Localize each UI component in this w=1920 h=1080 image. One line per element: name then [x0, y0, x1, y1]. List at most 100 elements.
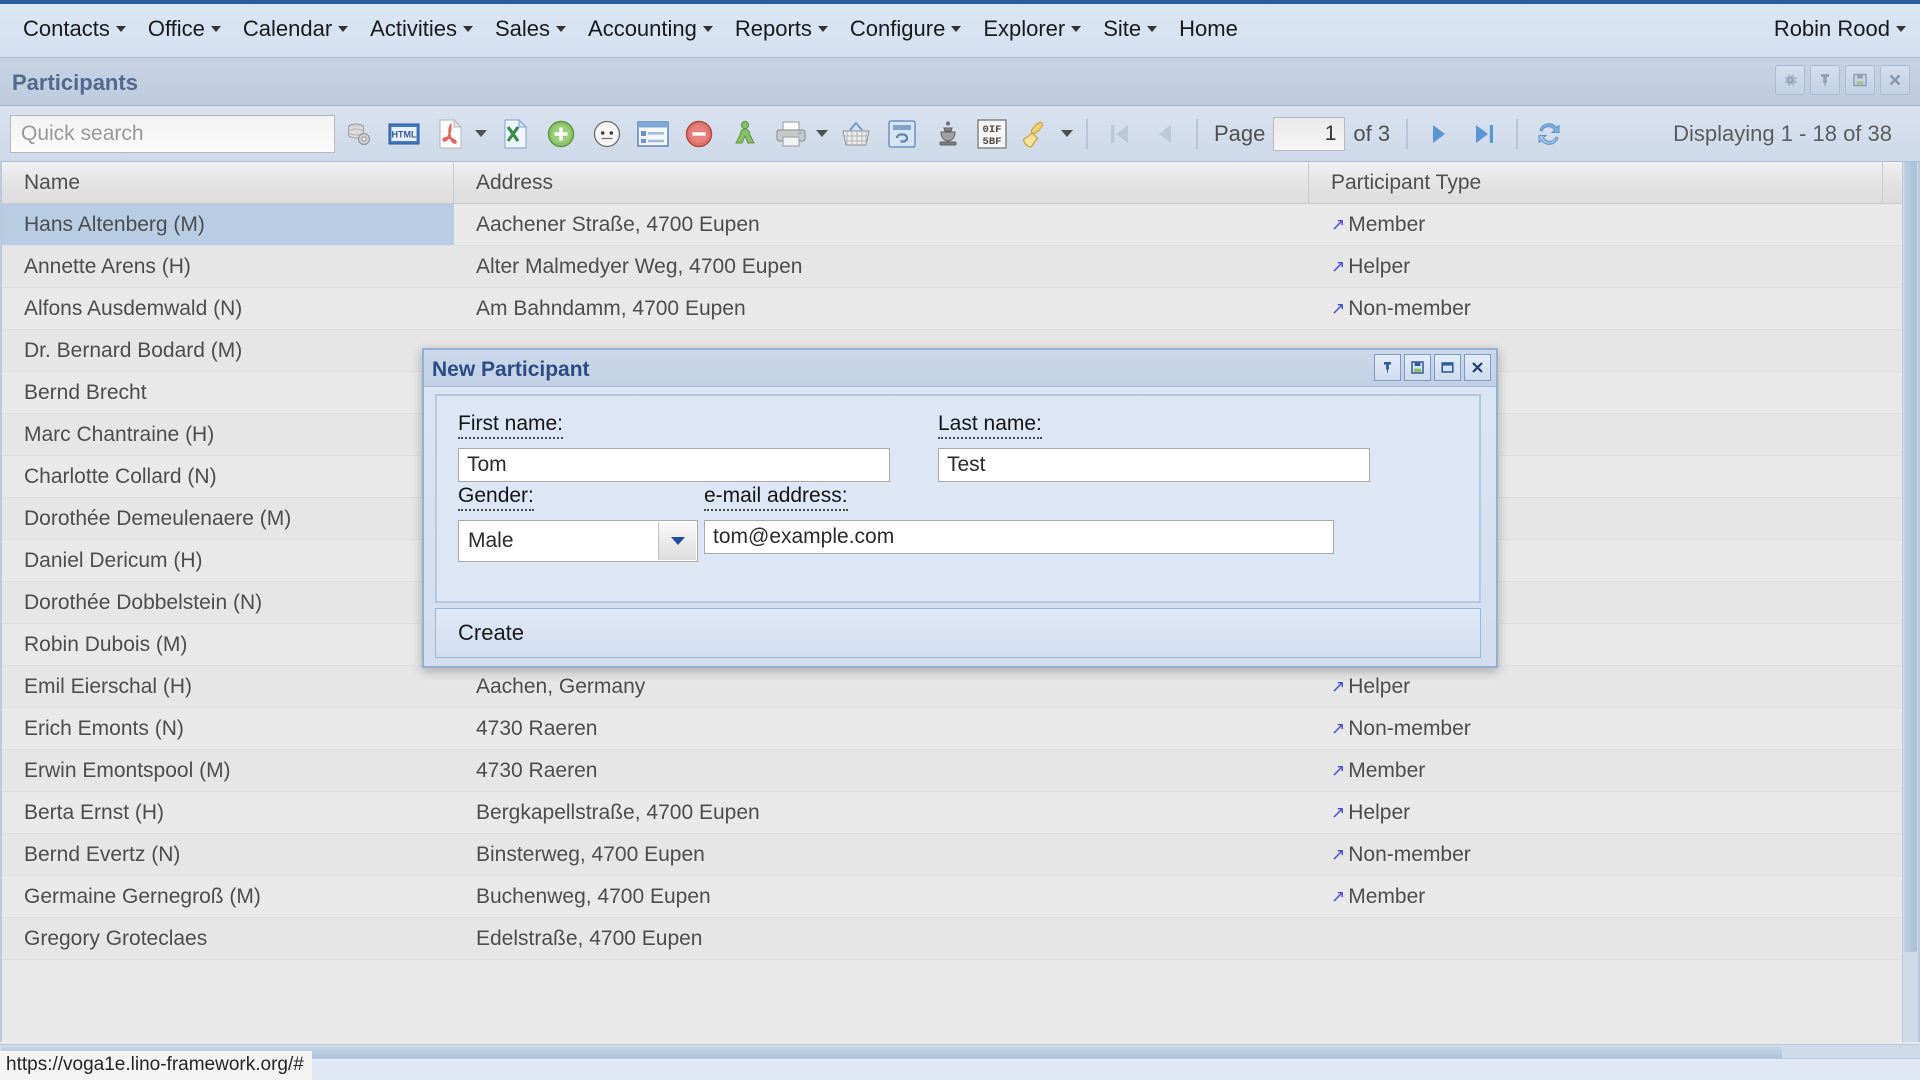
grid-vertical-scrollbar[interactable]: [1902, 162, 1918, 1042]
html-export-icon[interactable]: HTML: [385, 114, 423, 154]
cell-name[interactable]: Berta Ernst (H): [2, 792, 454, 833]
next-page-button[interactable]: [1420, 114, 1458, 154]
cell-name[interactable]: Germaine Gernegroß (M): [2, 876, 454, 917]
menu-item-calendar[interactable]: Calendar: [232, 9, 359, 49]
card-link-icon[interactable]: [883, 114, 921, 154]
participant-type-link[interactable]: Member: [1348, 213, 1425, 237]
print-dropdown-caret-icon[interactable]: [814, 114, 830, 154]
cell-address[interactable]: Am Bahndamm, 4700 Eupen: [454, 288, 1309, 329]
table-row[interactable]: Bernd Evertz (N) Binsterweg, 4700 Eupen ↗ N…: [2, 834, 1918, 876]
insert-row-icon[interactable]: [542, 114, 580, 154]
participant-type-link[interactable]: Non-member: [1348, 717, 1471, 741]
cell-name[interactable]: Emil Eierschal (H): [2, 666, 454, 707]
menu-item-site[interactable]: Site: [1092, 9, 1168, 49]
cell-name[interactable]: Robin Dubois (M): [2, 624, 454, 665]
cell-participant-type[interactable]: [1309, 918, 1883, 959]
cell-address[interactable]: Alter Malmedyer Weg, 4700 Eupen: [454, 246, 1309, 287]
merge-people-icon[interactable]: [726, 114, 764, 154]
last-name-input[interactable]: [938, 448, 1370, 482]
column-header-address[interactable]: Address: [454, 162, 1309, 203]
cell-name[interactable]: Marc Chantraine (H): [2, 414, 454, 455]
column-header-participant-type[interactable]: Participant Type: [1309, 162, 1883, 203]
chevron-down-icon[interactable]: [658, 522, 696, 560]
menu-item-sales[interactable]: Sales: [484, 9, 577, 49]
pin-icon[interactable]: [1374, 354, 1401, 381]
gender-select[interactable]: Male: [458, 520, 698, 562]
cell-address[interactable]: 4730 Raeren: [454, 708, 1309, 749]
cell-address[interactable]: Edelstraße, 4700 Eupen: [454, 918, 1309, 959]
participant-type-link[interactable]: Non-member: [1348, 843, 1471, 867]
table-row[interactable]: Berta Ernst (H) Bergkapellstraße, 4700 Eu…: [2, 792, 1918, 834]
participant-type-link[interactable]: Non-member: [1348, 297, 1471, 321]
cell-name[interactable]: Dr. Bernard Bodard (M): [2, 330, 454, 371]
first-name-input[interactable]: [458, 448, 890, 482]
cell-address[interactable]: Buchenweg, 4700 Eupen: [454, 876, 1309, 917]
cell-participant-type[interactable]: ↗ Non-member: [1309, 708, 1883, 749]
table-row[interactable]: Gregory Groteclaes Edelstraße, 4700 Eupen: [2, 918, 1918, 960]
cell-name[interactable]: Alfons Ausdemwald (N): [2, 288, 454, 329]
delete-row-icon[interactable]: [680, 114, 718, 154]
cell-participant-type[interactable]: ↗ Helper: [1309, 792, 1883, 833]
menu-item-configure[interactable]: Configure: [839, 9, 972, 49]
print-icon[interactable]: [772, 114, 810, 154]
refresh-icon[interactable]: [1530, 114, 1568, 154]
table-row[interactable]: Hans Altenberg (M) Aachener Straße, 4700 …: [2, 204, 1918, 246]
participant-type-link[interactable]: Helper: [1348, 801, 1410, 825]
menu-item-contacts[interactable]: Contacts: [12, 9, 137, 49]
menu-item-reports[interactable]: Reports: [724, 9, 839, 49]
user-menu[interactable]: Robin Rood: [1774, 16, 1906, 42]
cell-name[interactable]: Gregory Groteclaes: [2, 918, 454, 959]
cell-address[interactable]: Binsterweg, 4700 Eupen: [454, 834, 1309, 875]
page-input[interactable]: [1273, 116, 1346, 151]
first-page-button[interactable]: [1100, 114, 1138, 154]
cell-name[interactable]: Hans Altenberg (M): [2, 204, 454, 245]
close-icon[interactable]: [1464, 354, 1491, 381]
cell-address[interactable]: 4730 Raeren: [454, 750, 1309, 791]
cell-name[interactable]: Bernd Evertz (N): [2, 834, 454, 875]
create-button[interactable]: Create: [446, 616, 536, 650]
save-icon[interactable]: [1845, 65, 1875, 95]
cell-name[interactable]: Dorothée Demeulenaere (M): [2, 498, 454, 539]
table-row[interactable]: Erich Emonts (N) 4730 Raeren ↗ Non-member: [2, 708, 1918, 750]
cell-address[interactable]: Bergkapellstraße, 4700 Eupen: [454, 792, 1309, 833]
cell-participant-type[interactable]: ↗ Non-member: [1309, 288, 1883, 329]
prev-page-button[interactable]: [1146, 114, 1184, 154]
pin-icon[interactable]: [1810, 65, 1840, 95]
cell-participant-type[interactable]: ↗ Member: [1309, 750, 1883, 791]
cell-participant-type[interactable]: ↗ Member: [1309, 204, 1883, 245]
cell-participant-type[interactable]: ↗ Non-member: [1309, 834, 1883, 875]
menu-item-office[interactable]: Office: [137, 9, 232, 49]
menu-item-home[interactable]: Home: [1168, 9, 1249, 49]
crown-icon[interactable]: [929, 114, 967, 154]
cell-participant-type[interactable]: ↗ Helper: [1309, 666, 1883, 707]
menu-item-accounting[interactable]: Accounting: [577, 9, 724, 49]
captcha-icon[interactable]: 0IF 5BF: [975, 114, 1009, 154]
table-row[interactable]: Emil Eierschal (H) Aachen, Germany ↗ Helper: [2, 666, 1918, 708]
email-field[interactable]: [704, 520, 1334, 554]
emoticon-icon[interactable]: [588, 114, 626, 154]
menu-item-activities[interactable]: Activities: [359, 9, 484, 49]
close-icon[interactable]: [1880, 65, 1910, 95]
cell-name[interactable]: Erwin Emontspool (M): [2, 750, 454, 791]
bell-dropdown-caret-icon[interactable]: [1059, 114, 1075, 154]
cell-address[interactable]: Aachener Straße, 4700 Eupen: [454, 204, 1309, 245]
pdf-export-icon[interactable]: [431, 114, 469, 154]
excel-export-icon[interactable]: [496, 114, 534, 154]
table-row[interactable]: Germaine Gernegroß (M) Buchenweg, 4700 Eu…: [2, 876, 1918, 918]
cell-name[interactable]: Charlotte Collard (N): [2, 456, 454, 497]
cell-name[interactable]: Annette Arens (H): [2, 246, 454, 287]
cell-name[interactable]: Dorothée Dobbelstein (N): [2, 582, 454, 623]
cell-name[interactable]: Bernd Brecht: [2, 372, 454, 413]
cell-name[interactable]: Erich Emonts (N): [2, 708, 454, 749]
dropdown-caret-icon[interactable]: [473, 114, 489, 154]
basket-icon[interactable]: [837, 114, 875, 154]
cell-address[interactable]: Aachen, Germany: [454, 666, 1309, 707]
cell-name[interactable]: Daniel Dericum (H): [2, 540, 454, 581]
menu-item-explorer[interactable]: Explorer: [972, 9, 1092, 49]
column-header-name[interactable]: Name: [2, 162, 454, 203]
last-page-button[interactable]: [1466, 114, 1504, 154]
participant-type-link[interactable]: Member: [1348, 759, 1425, 783]
participant-type-link[interactable]: Member: [1348, 885, 1425, 909]
bell-icon[interactable]: [1017, 114, 1055, 154]
gear-icon[interactable]: [1775, 65, 1805, 95]
